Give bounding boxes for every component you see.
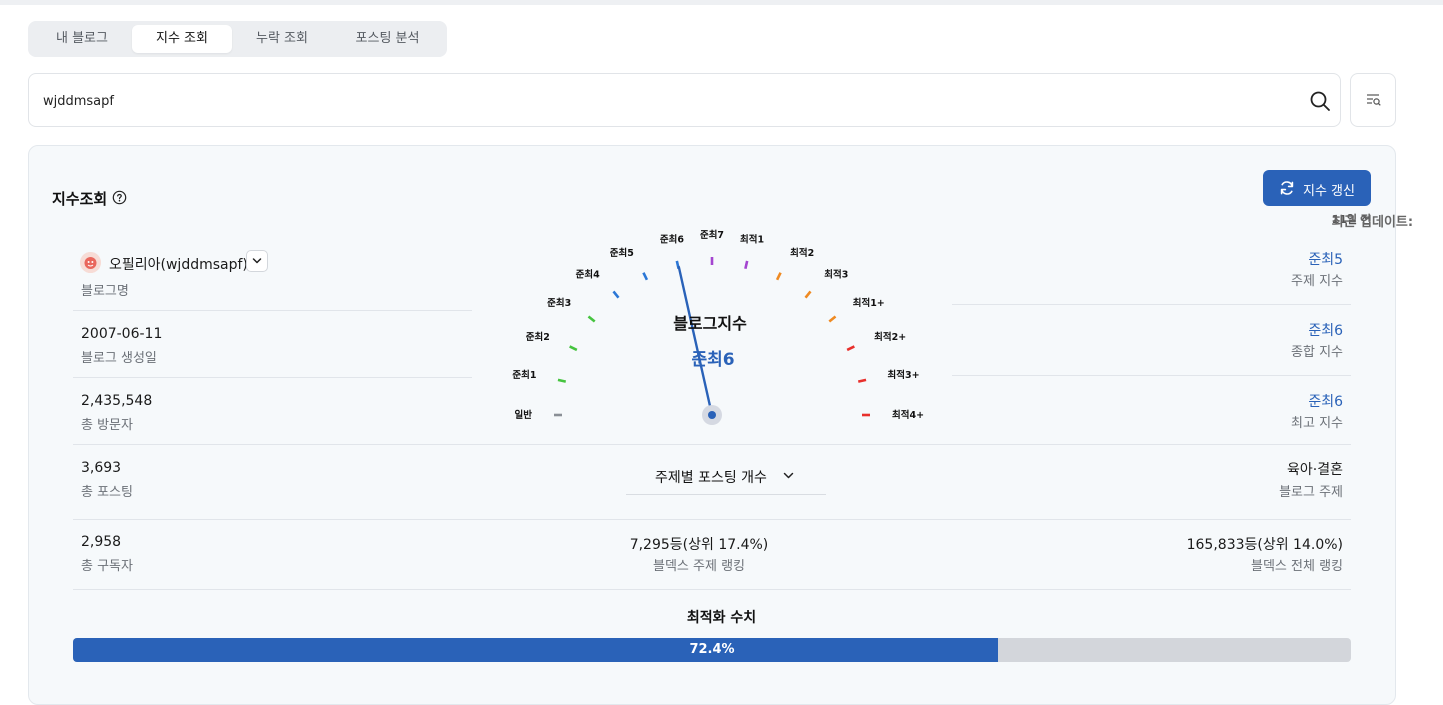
last-update-label: 최근 업데이트: [1331, 215, 1414, 230]
gauge-tick [828, 315, 837, 323]
gauge-level-label: 준최1 [512, 369, 536, 381]
blog-created-label: 블로그 생성일 [81, 351, 157, 366]
refresh-icon [1280, 181, 1294, 195]
blog-switch-button[interactable] [246, 250, 268, 272]
gauge-tick [587, 315, 596, 323]
gauge-tick [846, 345, 855, 352]
chevron-down-icon [252, 258, 262, 264]
overall-index-label: 종합 지수 [1291, 345, 1343, 360]
blog-topic-label: 블로그 주제 [1279, 485, 1343, 500]
total-visitors-label: 총 방문자 [81, 418, 133, 433]
tab-my-blog[interactable]: 내 블로그 [32, 25, 132, 53]
gauge-level-label: 최적3 [824, 268, 848, 280]
chevron-down-icon [783, 472, 794, 479]
tab-index-lookup[interactable]: 지수 조회 [132, 25, 232, 53]
list-search-icon [1367, 94, 1381, 106]
blog-topic: 육아·결혼 [1287, 462, 1343, 478]
gauge-tick [557, 378, 567, 383]
divider [73, 444, 1351, 445]
gauge-tick [857, 378, 867, 383]
optimization-title: 최적화 수치 [686, 610, 757, 626]
search-input[interactable] [41, 88, 1295, 114]
gauge-title: 블로그지수 [673, 314, 747, 333]
blog-index-gauge: 일반 준최1 준최2 준최3 준최4 준최5 준최6 준최7 최적1 최적2 최적3 최적1+ 최적2+… [512, 229, 924, 425]
divider [73, 377, 472, 378]
gauge-level-label: 준최5 [610, 247, 634, 259]
refresh-index-button[interactable]: 지수 갱신 [1263, 170, 1371, 206]
last-update: 최근 업데이트: 11일 전 [1332, 211, 1414, 230]
total-rank-label: 블덱스 전체 랭킹 [1251, 559, 1343, 574]
panel-title: 지수조회 [52, 190, 108, 208]
avatar [80, 252, 101, 273]
divider [73, 310, 472, 311]
total-posts-label: 총 포스팅 [81, 485, 133, 500]
gauge-level-label: 최적4+ [892, 409, 924, 421]
max-index-label: 최고 지수 [1291, 416, 1343, 431]
search-options-button[interactable] [1350, 73, 1396, 127]
top-strip [0, 0, 1443, 5]
optimization-percent: 72.4% [689, 642, 735, 657]
divider [952, 304, 1351, 305]
total-rank: 165,833등(상위 14.0%) [1186, 537, 1343, 553]
gauge-level-label: 최적1+ [853, 297, 885, 309]
gauge-level-label: 준최2 [526, 331, 550, 343]
gauge-tick [775, 272, 782, 281]
tab-posting-analysis[interactable]: 포스팅 분석 [332, 25, 443, 53]
gauge-level-label: 준최6 [660, 234, 684, 246]
optimization-progress-bar: 72.4% [73, 638, 1351, 662]
topic-rank-label: 블덱스 주제 랭킹 [653, 559, 745, 574]
gauge-level-label: 준최4 [576, 268, 600, 280]
max-index: 준최6 [1308, 394, 1343, 410]
total-visitors: 2,435,548 [81, 393, 153, 409]
divider [73, 589, 1351, 590]
topic-index: 준최5 [1308, 252, 1343, 268]
gauge-hub-center [708, 411, 716, 419]
gauge-tick [744, 260, 749, 270]
topic-index-label: 주제 지수 [1291, 274, 1343, 289]
divider [952, 375, 1351, 376]
gauge-level-label: 준최7 [700, 229, 724, 241]
tab-bar: 내 블로그 지수 조회 누락 조회 포스팅 분석 [28, 21, 447, 57]
blog-created: 2007-06-11 [81, 326, 163, 342]
blog-name: 오필리아(wjddmsapf) [109, 257, 248, 273]
topic-posts-select-label: 주제별 포스팅 개수 [655, 470, 767, 486]
gauge-level-label: 최적3+ [887, 369, 919, 381]
topic-posts-select[interactable]: 주제별 포스팅 개수 [626, 458, 826, 495]
gauge-value: 준최6 [691, 350, 734, 370]
search-icon[interactable] [1309, 90, 1331, 112]
gauge-tick [569, 345, 578, 352]
gauge-level-label: 준최3 [547, 297, 571, 309]
help-icon[interactable] [112, 190, 127, 205]
gauge-level-label: 최적1 [740, 234, 764, 246]
gauge-level-label: 최적2+ [874, 331, 906, 343]
search-box [28, 73, 1341, 127]
gauge-tick [804, 290, 812, 299]
gauge-tick [612, 290, 620, 299]
divider [73, 519, 1351, 520]
gauge-needle [677, 265, 714, 417]
gauge-level-label: 최적2 [790, 247, 814, 259]
refresh-label: 지수 갱신 [1303, 184, 1355, 199]
tab-missing-lookup[interactable]: 누락 조회 [232, 25, 332, 53]
blog-name-label: 블로그명 [81, 284, 129, 299]
gauge-tick [642, 272, 649, 281]
overall-index: 준최6 [1308, 323, 1343, 339]
gauge-level-label: 일반 [515, 409, 533, 421]
total-posts: 3,693 [81, 460, 122, 476]
